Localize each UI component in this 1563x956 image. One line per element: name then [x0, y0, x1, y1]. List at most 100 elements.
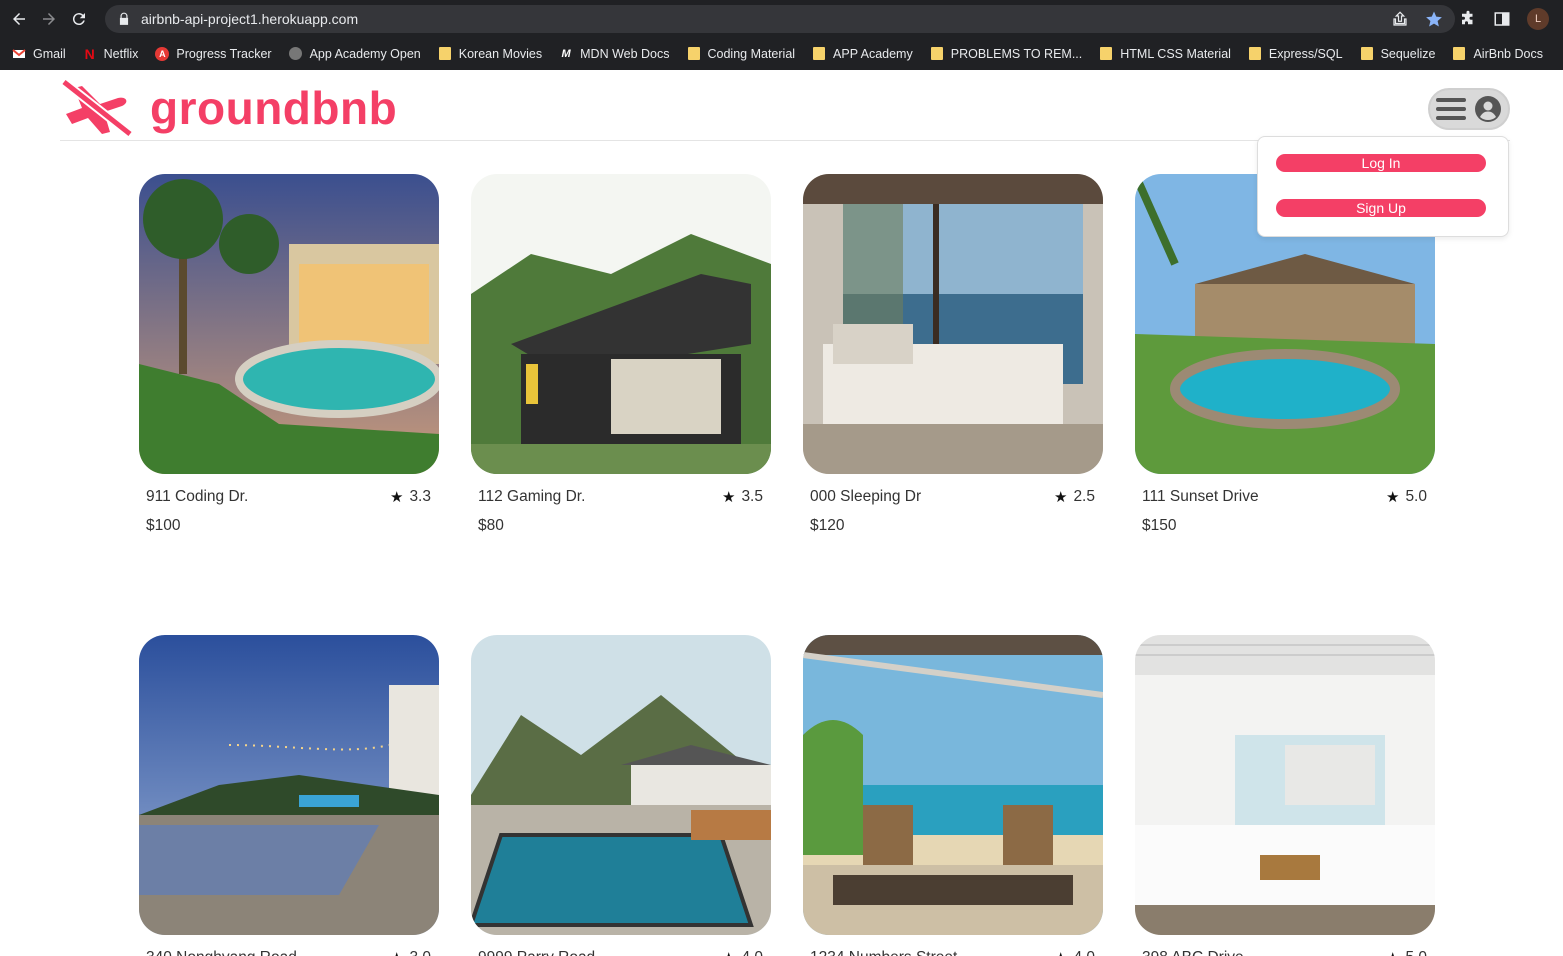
listing-address: 112 Gaming Dr.	[478, 488, 586, 505]
listing-price: $80	[478, 517, 504, 534]
bookmark-item[interactable]: Express/SQL	[1248, 47, 1343, 61]
extensions-icon[interactable]	[1459, 10, 1477, 28]
mdn-icon: M	[561, 47, 571, 60]
reload-button[interactable]	[68, 8, 90, 30]
listing-address: 340 Nonghyang Road	[146, 949, 297, 956]
listing-card[interactable]: 000 Sleeping Dr ★ 2.5 $120	[803, 174, 1103, 535]
bookmark-item[interactable]: Coding Material	[687, 47, 795, 61]
bookmark-label: MDN Web Docs	[580, 46, 670, 61]
bookmark-label: Netflix	[103, 46, 139, 61]
bookmark-item[interactable]: Gmail	[12, 47, 66, 61]
listing-card[interactable]: 398 ABC Drive ★ 5.0 $90	[1135, 635, 1435, 956]
star-icon: ★	[1386, 949, 1399, 956]
bookmark-label: AirBnb Docs	[1473, 46, 1543, 61]
browser-actions: L	[1391, 8, 1549, 30]
rating-value: 4.0	[1073, 949, 1095, 956]
star-icon: ★	[1054, 949, 1067, 956]
star-icon: ★	[721, 489, 736, 506]
bookmark-item[interactable]: APP Academy	[812, 47, 913, 61]
listing-card[interactable]: 1234 Numbers Street ★ 4.0 $145	[803, 635, 1103, 956]
bookmark-label: App Academy Open	[309, 46, 421, 61]
star-icon: ★	[1053, 489, 1068, 506]
listing-rating: ★ 5.0	[1386, 949, 1427, 956]
listing-address: 111 Sunset Drive	[1142, 488, 1259, 505]
rating-value: 5.0	[1405, 488, 1427, 505]
arrow-left-icon	[13, 12, 25, 25]
star-icon: ★	[1385, 489, 1400, 506]
back-button[interactable]	[8, 8, 30, 30]
listing-photo[interactable]	[803, 635, 1103, 935]
listing-address: 000 Sleeping Dr	[810, 488, 922, 505]
profile-menu-button[interactable]	[1428, 88, 1510, 130]
forward-button[interactable]	[38, 8, 60, 30]
listing-photo[interactable]	[139, 635, 439, 935]
listing-photo[interactable]	[803, 174, 1103, 474]
signup-button[interactable]: Sign Up	[1276, 199, 1486, 217]
listing-card[interactable]: 340 Nonghyang Road ★ 3.0 $200	[139, 635, 439, 956]
listing-meta: 000 Sleeping Dr ★ 2.5	[803, 474, 1103, 506]
listing-card[interactable]: 112 Gaming Dr. ★ 3.5 $80	[471, 174, 771, 535]
airplane-off-icon	[61, 78, 133, 138]
bookmark-item[interactable]: A Progress Tracker	[155, 46, 272, 61]
bookmark-item[interactable]: PROBLEMS TO REM...	[930, 46, 1083, 61]
bookmarks-bar: Gmail N Netflix A Progress Tracker App Academ…	[0, 37, 1563, 70]
listing-photo[interactable]	[1135, 635, 1435, 935]
listing-card[interactable]: 911 Coding Dr. ★ 3.3 $100	[139, 174, 439, 535]
rating-value: 5.0	[1405, 949, 1427, 956]
folder-icon	[1099, 47, 1113, 61]
profile-dropdown: Log In Sign Up	[1257, 136, 1509, 237]
bookmark-label: PROBLEMS TO REM...	[950, 46, 1083, 61]
browser-chrome: airbnb-api-project1.herokuapp.com L Gmai…	[0, 0, 1563, 70]
star-icon: ★	[390, 949, 403, 956]
listing-rating: ★ 4.0	[722, 949, 763, 956]
listing-meta: 111 Sunset Drive ★ 5.0	[1135, 474, 1435, 506]
share-icon[interactable]	[1391, 10, 1409, 28]
listing-image	[803, 635, 1103, 935]
bookmark-label: APP Academy	[833, 46, 913, 61]
rating-value: 3.0	[409, 949, 431, 956]
bookmark-item[interactable]: M MDN Web Docs	[559, 46, 670, 61]
listing-photo[interactable]	[471, 174, 771, 474]
rating-value: 2.5	[1073, 488, 1095, 505]
arrow-right-icon	[43, 12, 55, 25]
folder-icon	[687, 47, 701, 61]
bookmark-item[interactable]: N Netflix	[83, 46, 139, 62]
page: groundbnb Log In Sign Up 911 Coding Dr. …	[0, 70, 1563, 956]
logo[interactable]: groundbnb	[60, 78, 397, 138]
bookmark-item[interactable]: Korean Movies	[438, 47, 542, 61]
listing-meta: 9999 Parry Road ★ 4.0	[471, 935, 771, 956]
url-text: airbnb-api-project1.herokuapp.com	[141, 11, 359, 27]
hamburger-icon	[1436, 98, 1466, 120]
bookmark-label: Progress Tracker	[176, 46, 272, 61]
brand-name: groundbnb	[150, 82, 398, 134]
profile-avatar[interactable]: L	[1527, 8, 1549, 30]
bookmark-star-icon[interactable]	[1425, 10, 1443, 28]
address-bar[interactable]: airbnb-api-project1.herokuapp.com	[105, 5, 1455, 33]
gmail-icon	[12, 47, 26, 61]
listing-meta: 340 Nonghyang Road ★ 3.0	[139, 935, 439, 956]
listing-meta: 1234 Numbers Street ★ 4.0	[803, 935, 1103, 956]
bookmark-label: Gmail	[33, 46, 66, 61]
listing-image	[139, 635, 439, 935]
app-academy-icon: A	[155, 46, 170, 61]
folder-icon	[1452, 47, 1466, 61]
rating-value: 4.0	[741, 949, 763, 956]
star-icon: ★	[389, 489, 404, 506]
listing-photo[interactable]	[139, 174, 439, 474]
listing-rating: ★ 3.5	[722, 488, 763, 506]
bookmark-item[interactable]: Sequelize	[1360, 47, 1435, 61]
listing-meta: 112 Gaming Dr. ★ 3.5	[471, 474, 771, 506]
listing-photo[interactable]	[471, 635, 771, 935]
folder-icon	[438, 47, 452, 61]
listing-card[interactable]: 9999 Parry Road ★ 4.0 $80	[471, 635, 771, 956]
bookmark-item[interactable]: AirBnb Docs	[1452, 46, 1543, 61]
login-button[interactable]: Log In	[1276, 154, 1486, 172]
browser-toolbar: airbnb-api-project1.herokuapp.com L	[0, 0, 1563, 37]
bookmark-item[interactable]: HTML CSS Material	[1099, 47, 1231, 61]
listing-address: 911 Coding Dr.	[146, 488, 249, 505]
listing-address: 398 ABC Drive	[1142, 949, 1244, 956]
side-panel-icon[interactable]	[1493, 10, 1511, 28]
bookmark-item[interactable]: App Academy Open	[289, 47, 421, 61]
listing-image	[471, 174, 771, 474]
user-circle-icon	[1475, 96, 1501, 122]
